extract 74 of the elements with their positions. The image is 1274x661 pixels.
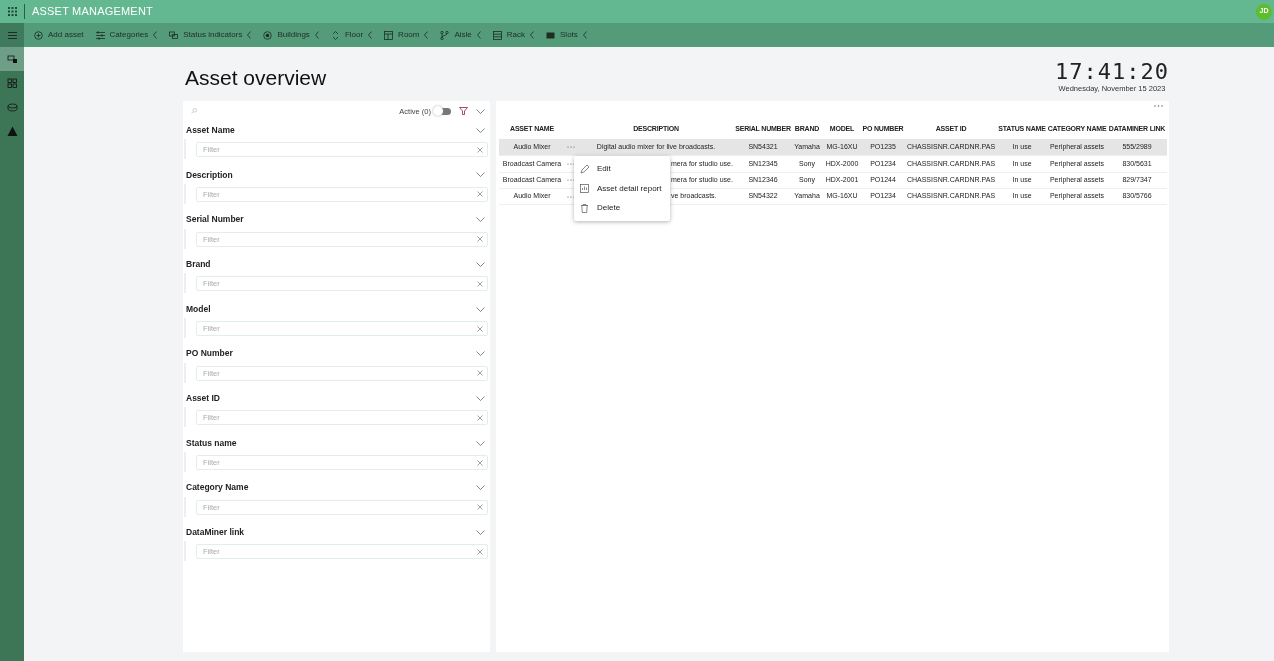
chevron-left-icon — [314, 31, 319, 39]
radio-icon — [263, 30, 273, 40]
chevron-left-icon — [424, 31, 429, 39]
clear-icon[interactable] — [477, 548, 483, 555]
filter-icon[interactable] — [459, 107, 468, 116]
devices-icon — [6, 53, 18, 65]
filter-label: Model — [186, 302, 211, 316]
chevron-down-icon[interactable] — [476, 351, 485, 357]
toolbar-button[interactable]: Buildings — [257, 23, 325, 47]
chevron-down-icon[interactable] — [476, 108, 485, 114]
report-icon — [580, 184, 589, 193]
filter-label: Status name — [186, 436, 237, 450]
layout-icon — [384, 30, 394, 40]
chevron-down-icon[interactable] — [476, 395, 485, 401]
clear-icon[interactable] — [477, 325, 483, 332]
app-title: ASSET MANAGEMENT — [32, 4, 153, 20]
disk-icon — [6, 101, 18, 113]
filter-label: Description — [186, 168, 233, 182]
clear-icon[interactable] — [477, 191, 483, 198]
list-icon — [492, 30, 502, 40]
chevron-down-icon[interactable] — [476, 261, 485, 267]
clear-icon[interactable] — [477, 504, 483, 511]
toolbar-button[interactable]: Rack — [486, 23, 541, 47]
toolbar-button[interactable]: Slots — [540, 23, 593, 47]
chevron-left-icon — [530, 31, 535, 39]
sidebar-item[interactable] — [0, 47, 24, 71]
toolbar-button[interactable]: Room — [378, 23, 435, 47]
chevron-down-icon[interactable] — [476, 127, 485, 133]
clear-icon[interactable] — [477, 459, 483, 466]
filter-label: Asset ID — [186, 392, 220, 405]
filter-label: PO Number — [186, 347, 233, 361]
clear-icon[interactable] — [477, 370, 483, 377]
clear-icon[interactable] — [477, 280, 483, 287]
chevron-left-icon — [476, 31, 481, 39]
toolbar-button[interactable]: Floor — [324, 23, 379, 47]
clear-icon[interactable] — [477, 236, 483, 243]
toolbar-button[interactable]: Categories — [89, 23, 164, 47]
screen-icon — [546, 30, 556, 40]
chevron-down-icon[interactable] — [476, 529, 485, 535]
chevron-down-icon[interactable] — [476, 217, 485, 223]
warning-icon — [6, 125, 18, 137]
chevron-down-icon[interactable] — [476, 440, 485, 446]
branch-icon — [440, 30, 450, 40]
chevron-down-icon[interactable] — [476, 172, 485, 178]
chevron-left-icon — [368, 31, 373, 39]
filter-label: Brand — [186, 257, 211, 271]
menu-icon[interactable] — [7, 31, 17, 39]
filter-label: Category Name — [186, 481, 249, 495]
sliders-icon — [95, 30, 105, 40]
chat-icon — [169, 30, 179, 40]
grid-icon — [6, 77, 18, 89]
search-icon[interactable] — [191, 108, 197, 115]
toolbar-button[interactable]: Aisle — [434, 23, 487, 47]
chevron-down-icon[interactable] — [476, 306, 485, 312]
chevron-down-icon[interactable] — [476, 485, 485, 491]
clear-icon[interactable] — [477, 146, 483, 153]
page-title: Asset overview — [185, 65, 327, 91]
filter-label: DataMiner link — [186, 526, 245, 539]
trash-icon — [580, 203, 589, 213]
chevron-left-icon — [153, 31, 158, 39]
more-icon[interactable] — [1154, 105, 1163, 108]
sort-icon — [330, 30, 340, 40]
filter-label: Asset Name — [186, 123, 235, 137]
pencil-icon — [580, 164, 589, 174]
toolbar-button[interactable]: Status indicators — [163, 23, 258, 47]
plus-circle-icon — [34, 30, 43, 40]
filter-label: Serial Number — [186, 213, 244, 226]
toolbar-button[interactable]: Add asset — [28, 23, 90, 47]
apps-icon[interactable] — [7, 7, 17, 16]
chevron-left-icon — [247, 31, 252, 39]
clock-time: 17:41:20 — [1055, 61, 1169, 83]
clear-icon[interactable] — [477, 414, 483, 421]
active-toggle[interactable] — [435, 107, 451, 115]
chevron-left-icon — [582, 31, 587, 39]
